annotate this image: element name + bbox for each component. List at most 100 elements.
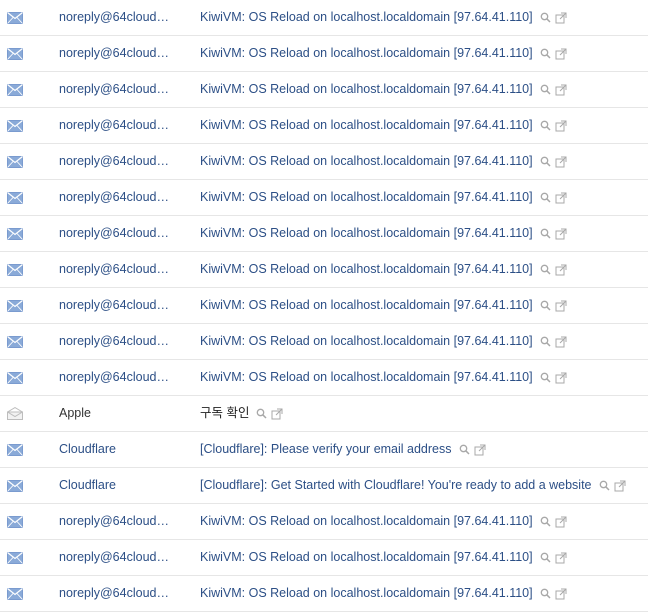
envelope-closed-icon[interactable] bbox=[7, 443, 23, 456]
mail-subject-text[interactable]: KiwiVM: OS Reload on localhost.localdoma… bbox=[200, 82, 533, 96]
envelope-closed-icon[interactable] bbox=[7, 83, 23, 96]
mail-subject[interactable]: KiwiVM: OS Reload on localhost.localdoma… bbox=[200, 360, 567, 395]
search-icon[interactable] bbox=[540, 48, 551, 59]
mail-row[interactable]: Cloudflare [Cloudflare]: Get Started wit… bbox=[0, 468, 648, 504]
mail-row[interactable]: noreply@64cloud… KiwiVM: OS Reload on lo… bbox=[0, 288, 648, 324]
mail-sender[interactable]: noreply@64cloud… bbox=[59, 288, 177, 323]
mail-row[interactable]: noreply@64cloud… KiwiVM: OS Reload on lo… bbox=[0, 360, 648, 396]
search-icon[interactable] bbox=[540, 120, 551, 131]
mail-sender[interactable]: noreply@64cloud… bbox=[59, 36, 177, 71]
mail-subject[interactable]: 구독 확인 bbox=[200, 396, 283, 431]
search-icon[interactable] bbox=[540, 300, 551, 311]
popup-icon[interactable] bbox=[555, 336, 567, 348]
mail-subject[interactable]: KiwiVM: OS Reload on localhost.localdoma… bbox=[200, 540, 567, 575]
mail-subject-text[interactable]: [Cloudflare]: Please verify your email a… bbox=[200, 442, 452, 456]
mail-subject-text[interactable]: KiwiVM: OS Reload on localhost.localdoma… bbox=[200, 46, 533, 60]
mail-sender[interactable]: noreply@64cloud… bbox=[59, 0, 177, 35]
mail-subject-text[interactable]: 구독 확인 bbox=[200, 406, 249, 420]
popup-icon[interactable] bbox=[555, 192, 567, 204]
mail-row[interactable]: noreply@64cloud… KiwiVM: OS Reload on lo… bbox=[0, 72, 648, 108]
popup-icon[interactable] bbox=[555, 300, 567, 312]
search-icon[interactable] bbox=[540, 372, 551, 383]
mail-subject[interactable]: KiwiVM: OS Reload on localhost.localdoma… bbox=[200, 324, 567, 359]
popup-icon[interactable] bbox=[555, 372, 567, 384]
envelope-closed-icon[interactable] bbox=[7, 371, 23, 384]
mail-row[interactable]: noreply@64cloud… KiwiVM: OS Reload on lo… bbox=[0, 324, 648, 360]
mail-subject[interactable]: KiwiVM: OS Reload on localhost.localdoma… bbox=[200, 72, 567, 107]
envelope-closed-icon[interactable] bbox=[7, 47, 23, 60]
mail-subject-text[interactable]: KiwiVM: OS Reload on localhost.localdoma… bbox=[200, 262, 533, 276]
mail-row[interactable]: Apple 구독 확인 bbox=[0, 396, 648, 432]
mail-subject-text[interactable]: KiwiVM: OS Reload on localhost.localdoma… bbox=[200, 154, 533, 168]
popup-icon[interactable] bbox=[555, 588, 567, 600]
popup-icon[interactable] bbox=[614, 480, 626, 492]
search-icon[interactable] bbox=[540, 516, 551, 527]
mail-subject-text[interactable]: KiwiVM: OS Reload on localhost.localdoma… bbox=[200, 586, 533, 600]
mail-subject-text[interactable]: KiwiVM: OS Reload on localhost.localdoma… bbox=[200, 550, 533, 564]
mail-row[interactable]: noreply@64cloud… KiwiVM: OS Reload on lo… bbox=[0, 504, 648, 540]
mail-subject[interactable]: [Cloudflare]: Please verify your email a… bbox=[200, 432, 486, 467]
envelope-closed-icon[interactable] bbox=[7, 515, 23, 528]
mail-row[interactable]: noreply@64cloud… KiwiVM: OS Reload on lo… bbox=[0, 180, 648, 216]
mail-row[interactable]: noreply@64cloud… KiwiVM: OS Reload on lo… bbox=[0, 144, 648, 180]
mail-subject-text[interactable]: KiwiVM: OS Reload on localhost.localdoma… bbox=[200, 118, 533, 132]
search-icon[interactable] bbox=[599, 480, 610, 491]
mail-row[interactable]: noreply@64cloud… KiwiVM: OS Reload on lo… bbox=[0, 36, 648, 72]
search-icon[interactable] bbox=[540, 264, 551, 275]
search-icon[interactable] bbox=[540, 192, 551, 203]
mail-sender[interactable]: noreply@64cloud… bbox=[59, 144, 177, 179]
mail-sender[interactable]: noreply@64cloud… bbox=[59, 324, 177, 359]
envelope-closed-icon[interactable] bbox=[7, 227, 23, 240]
envelope-closed-icon[interactable] bbox=[7, 587, 23, 600]
mail-subject-text[interactable]: KiwiVM: OS Reload on localhost.localdoma… bbox=[200, 514, 533, 528]
mail-subject-text[interactable]: KiwiVM: OS Reload on localhost.localdoma… bbox=[200, 226, 533, 240]
popup-icon[interactable] bbox=[555, 84, 567, 96]
mail-subject-text[interactable]: [Cloudflare]: Get Started with Cloudflar… bbox=[200, 478, 592, 492]
search-icon[interactable] bbox=[459, 444, 470, 455]
envelope-closed-icon[interactable] bbox=[7, 551, 23, 564]
mail-sender[interactable]: noreply@64cloud… bbox=[59, 252, 177, 287]
mail-subject-text[interactable]: KiwiVM: OS Reload on localhost.localdoma… bbox=[200, 10, 533, 24]
search-icon[interactable] bbox=[540, 228, 551, 239]
search-icon[interactable] bbox=[540, 12, 551, 23]
search-icon[interactable] bbox=[540, 552, 551, 563]
popup-icon[interactable] bbox=[271, 408, 283, 420]
envelope-closed-icon[interactable] bbox=[7, 335, 23, 348]
mail-subject[interactable]: KiwiVM: OS Reload on localhost.localdoma… bbox=[200, 576, 567, 611]
popup-icon[interactable] bbox=[555, 48, 567, 60]
popup-icon[interactable] bbox=[555, 156, 567, 168]
search-icon[interactable] bbox=[540, 588, 551, 599]
popup-icon[interactable] bbox=[555, 12, 567, 24]
mail-row[interactable]: noreply@64cloud… KiwiVM: OS Reload on lo… bbox=[0, 216, 648, 252]
envelope-closed-icon[interactable] bbox=[7, 11, 23, 24]
envelope-closed-icon[interactable] bbox=[7, 191, 23, 204]
mail-sender[interactable]: Apple bbox=[59, 396, 177, 431]
mail-subject-text[interactable]: KiwiVM: OS Reload on localhost.localdoma… bbox=[200, 334, 533, 348]
mail-sender[interactable]: Cloudflare bbox=[59, 432, 177, 467]
mail-subject[interactable]: KiwiVM: OS Reload on localhost.localdoma… bbox=[200, 288, 567, 323]
popup-icon[interactable] bbox=[474, 444, 486, 456]
mail-row[interactable]: noreply@64cloud… KiwiVM: OS Reload on lo… bbox=[0, 576, 648, 612]
envelope-closed-icon[interactable] bbox=[7, 155, 23, 168]
mail-subject[interactable]: [Cloudflare]: Get Started with Cloudflar… bbox=[200, 468, 626, 503]
search-icon[interactable] bbox=[540, 84, 551, 95]
mail-sender[interactable]: noreply@64cloud… bbox=[59, 576, 177, 611]
mail-subject-text[interactable]: KiwiVM: OS Reload on localhost.localdoma… bbox=[200, 370, 533, 384]
mail-sender[interactable]: noreply@64cloud… bbox=[59, 108, 177, 143]
popup-icon[interactable] bbox=[555, 552, 567, 564]
envelope-closed-icon[interactable] bbox=[7, 119, 23, 132]
mail-subject-text[interactable]: KiwiVM: OS Reload on localhost.localdoma… bbox=[200, 190, 533, 204]
mail-subject[interactable]: KiwiVM: OS Reload on localhost.localdoma… bbox=[200, 144, 567, 179]
mail-subject[interactable]: KiwiVM: OS Reload on localhost.localdoma… bbox=[200, 504, 567, 539]
mail-subject-text[interactable]: KiwiVM: OS Reload on localhost.localdoma… bbox=[200, 298, 533, 312]
mail-subject[interactable]: KiwiVM: OS Reload on localhost.localdoma… bbox=[200, 216, 567, 251]
mail-sender[interactable]: noreply@64cloud… bbox=[59, 216, 177, 251]
search-icon[interactable] bbox=[540, 336, 551, 347]
mail-row[interactable]: Cloudflare [Cloudflare]: Please verify y… bbox=[0, 432, 648, 468]
envelope-open-icon[interactable] bbox=[7, 407, 23, 420]
mail-sender[interactable]: noreply@64cloud… bbox=[59, 72, 177, 107]
mail-sender[interactable]: noreply@64cloud… bbox=[59, 540, 177, 575]
mail-row[interactable]: noreply@64cloud… KiwiVM: OS Reload on lo… bbox=[0, 108, 648, 144]
mail-row[interactable]: noreply@64cloud… KiwiVM: OS Reload on lo… bbox=[0, 252, 648, 288]
mail-sender[interactable]: noreply@64cloud… bbox=[59, 180, 177, 215]
